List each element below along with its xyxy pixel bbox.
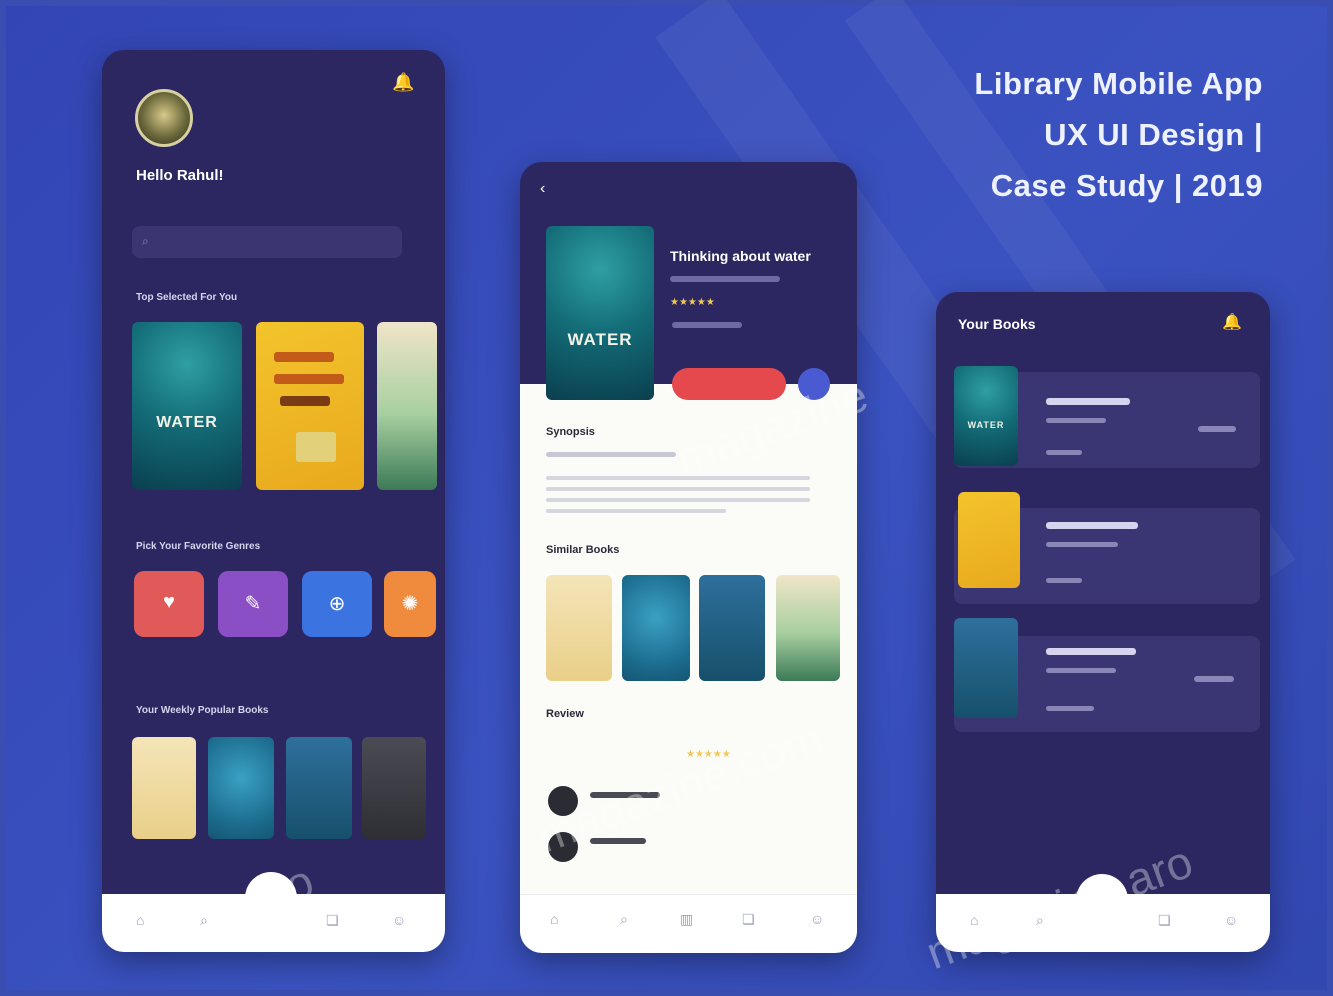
book-cover[interactable] xyxy=(256,322,364,490)
book-cover[interactable] xyxy=(132,737,196,839)
bookmark-icon[interactable]: ❏ xyxy=(742,911,755,928)
search-icon: ⌕ xyxy=(142,234,149,248)
book-cover[interactable] xyxy=(622,575,690,681)
cover-title: WATER xyxy=(967,420,1005,430)
book-cover[interactable] xyxy=(546,575,612,681)
book-cover[interactable] xyxy=(286,737,352,839)
book-cover[interactable] xyxy=(377,322,437,490)
bookmark-icon[interactable]: ❏ xyxy=(326,912,339,929)
home-icon[interactable]: ⌂ xyxy=(136,912,144,928)
review-heading: Review xyxy=(546,708,584,720)
read-now-button[interactable] xyxy=(672,368,786,400)
cover-title: WATER xyxy=(567,330,633,349)
bottom-nav: ⌂ ⌕ ▥ ❏ ☺ xyxy=(520,894,857,953)
back-arrow-icon[interactable]: ‹ xyxy=(540,180,545,198)
category-tile[interactable]: ✎ xyxy=(218,571,288,637)
headline-line-1: Library Mobile App xyxy=(974,66,1263,101)
book-cover[interactable]: WATER xyxy=(132,322,242,490)
book-cover[interactable] xyxy=(362,737,426,839)
profile-icon[interactable]: ☺ xyxy=(392,912,406,928)
book-cover: WATER xyxy=(546,226,654,400)
book-title: Thinking about water xyxy=(670,248,811,264)
synopsis-heading: Synopsis xyxy=(546,426,595,438)
section-title-popular: Your Weekly Popular Books xyxy=(136,705,269,716)
screen-title: Your Books xyxy=(958,316,1036,332)
search-icon[interactable]: ⌕ xyxy=(620,911,628,928)
category-tile[interactable]: ⊕ xyxy=(302,571,372,637)
profile-icon[interactable]: ☺ xyxy=(810,911,824,927)
avatar[interactable] xyxy=(135,89,193,147)
section-title-top: Top Selected For You xyxy=(136,292,238,303)
book-cover[interactable] xyxy=(699,575,765,681)
book-cover[interactable] xyxy=(958,492,1020,588)
bell-icon[interactable]: 🔔 xyxy=(1222,312,1242,332)
section-title-categories: Pick Your Favorite Genres xyxy=(136,541,261,552)
category-tile[interactable]: ♥ xyxy=(134,571,204,637)
headline-line-3: Case Study | 2019 xyxy=(990,168,1263,203)
home-icon[interactable]: ⌂ xyxy=(550,911,558,927)
book-cover[interactable]: WATER xyxy=(954,366,1018,466)
bookmark-icon[interactable]: ❏ xyxy=(1158,912,1171,929)
headline: Library Mobile App UX UI Design | Case S… xyxy=(974,58,1263,211)
book-cover[interactable] xyxy=(776,575,840,681)
book-icon[interactable]: ▥ xyxy=(680,911,693,928)
similar-books-heading: Similar Books xyxy=(546,544,620,556)
profile-icon[interactable]: ☺ xyxy=(1224,912,1238,928)
cover-title: WATER xyxy=(156,414,218,431)
search-input[interactable]: ⌕ xyxy=(132,226,402,258)
bell-icon[interactable]: 🔔 xyxy=(392,72,414,93)
book-cover[interactable] xyxy=(208,737,274,839)
book-cover[interactable] xyxy=(954,618,1018,718)
rating-stars: ★★★★★ xyxy=(670,297,715,308)
greeting: Hello Rahul! xyxy=(136,167,224,184)
headline-line-2: UX UI Design | xyxy=(1044,117,1263,152)
category-tile[interactable]: ✺ xyxy=(384,571,436,637)
